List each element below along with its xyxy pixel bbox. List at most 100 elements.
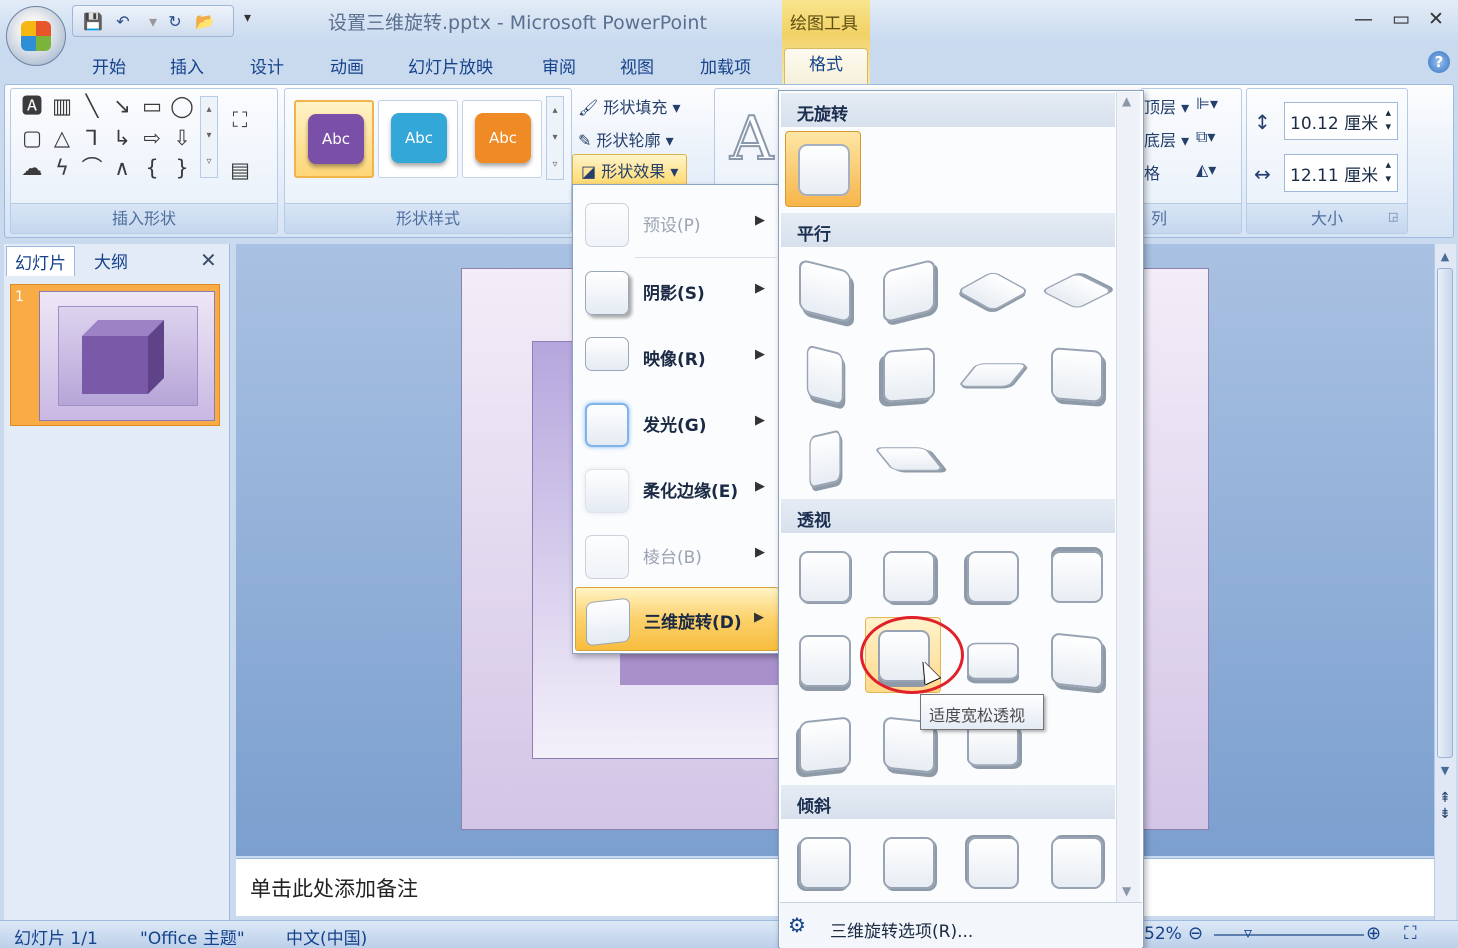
help-icon[interactable]: ? [1428, 51, 1450, 73]
parallel-tile[interactable] [955, 253, 1031, 329]
tab-home[interactable]: 开始 [92, 53, 126, 78]
oblique-tile[interactable] [955, 825, 1031, 901]
menu-item-glow[interactable]: 发光(G) ▶ [575, 391, 779, 455]
zoom-slider[interactable] [1214, 934, 1364, 936]
3d-rotation-options-item[interactable]: ⚙ 三维旋转选项(R)... [780, 902, 1142, 948]
undo-icon[interactable]: ↶ [113, 12, 133, 32]
size-dialog-launcher-icon[interactable]: ◲ [1388, 210, 1398, 223]
parallel-tile[interactable] [871, 253, 947, 329]
tab-view[interactable]: 视图 [620, 53, 654, 78]
oval-shape-icon[interactable]: ◯ [168, 94, 196, 118]
oblique-tile[interactable] [787, 825, 863, 901]
tab-format[interactable]: 格式 [784, 48, 868, 86]
perspective-tile[interactable] [787, 539, 863, 615]
width-spinner-icon[interactable]: ▴ ▾ [1385, 158, 1391, 186]
menu-item-reflection[interactable]: 映像(R) ▶ [575, 325, 779, 389]
tab-slides[interactable]: 幻灯片 [6, 246, 75, 276]
maximize-icon[interactable]: ▭ [1392, 8, 1410, 30]
zoom-level[interactable]: 52% [1144, 924, 1182, 944]
arrow-line-shape-icon[interactable]: ↘ [108, 94, 136, 118]
close-panel-icon[interactable]: ✕ [200, 248, 217, 272]
zoom-in-icon[interactable]: ⊕ [1366, 923, 1381, 944]
rounded-rect-shape-icon[interactable]: ▢ [18, 126, 46, 150]
perspective-tile[interactable] [787, 707, 863, 783]
close-icon[interactable]: ✕ [1428, 8, 1444, 30]
fit-window-icon[interactable]: ⛶ [1404, 923, 1417, 944]
perspective-tile[interactable] [787, 623, 863, 699]
down-arrow-shape-icon[interactable]: ⇩ [168, 126, 196, 150]
gallery-scroll-up-icon[interactable]: ▲ [1122, 94, 1131, 108]
align-icon[interactable]: ⊫▾ [1196, 94, 1218, 113]
right-brace-icon[interactable]: } [168, 156, 196, 180]
styles-gallery-scroll[interactable]: ▴ ▾ ▿ [546, 96, 564, 180]
slide-thumbnail[interactable]: 1 [10, 284, 220, 426]
perspective-tile[interactable] [1039, 623, 1115, 699]
parallel-tile[interactable] [1039, 253, 1115, 329]
elbow-connector-icon[interactable]: ⅂ [78, 126, 106, 150]
scroll-up-icon[interactable]: ▲ [1437, 250, 1453, 264]
scroll-down-icon[interactable]: ▼ [1437, 764, 1453, 777]
undo-dropdown-icon[interactable]: ▾ [143, 12, 163, 32]
parallel-tile[interactable] [1039, 337, 1115, 413]
zoom-out-icon[interactable]: ⊖ [1188, 923, 1203, 944]
right-arrow-shape-icon[interactable]: ⇨ [138, 126, 166, 150]
arc-shape-icon[interactable]: ⌒ [78, 156, 106, 180]
left-brace-icon[interactable]: { [138, 156, 166, 180]
zoom-thumb-icon[interactable]: ▿ [1244, 923, 1252, 942]
draw-textbox-icon[interactable]: ▤ [226, 158, 254, 182]
tab-animation[interactable]: 动画 [330, 53, 364, 78]
wordart-style[interactable]: A [729, 103, 774, 175]
save-icon[interactable]: 💾 [83, 12, 103, 32]
language[interactable]: 中文(中国) [286, 924, 367, 948]
shapes-gallery-scroll[interactable]: ▴ ▾ ▿ [200, 96, 218, 178]
gallery-scrollbar[interactable]: ▲ ▼ [1116, 92, 1140, 902]
parallel-tile[interactable] [871, 421, 947, 497]
bring-to-front-button[interactable]: 顶层 ▾ [1144, 94, 1189, 118]
open-folder-icon[interactable]: 📂 [195, 12, 215, 32]
tab-review[interactable]: 审阅 [542, 53, 576, 78]
gallery-scroll-down-icon[interactable]: ▼ [1122, 884, 1131, 898]
vertical-scrollbar[interactable]: ▲ ▼ ⇞ ⇟ [1434, 244, 1456, 920]
oblique-tile[interactable] [871, 825, 947, 901]
edit-shape-icon[interactable]: ⛶ [226, 108, 254, 132]
height-input[interactable]: 10.12 厘米 ▴ ▾ [1284, 102, 1398, 140]
send-to-back-button[interactable]: 底层 ▾ [1144, 127, 1189, 151]
parallel-tile[interactable] [787, 337, 863, 413]
customize-qat-icon[interactable]: ▾ [244, 10, 251, 26]
prev-next-slide-icon[interactable]: ⇞ ⇟ [1437, 790, 1453, 822]
tab-insert[interactable]: 插入 [170, 53, 204, 78]
tab-design[interactable]: 设计 [250, 53, 284, 78]
perspective-tile[interactable] [1039, 539, 1115, 615]
freeform-shape-icon[interactable]: ☁ [18, 156, 46, 180]
scribble-shape-icon[interactable]: ϟ [48, 156, 76, 180]
menu-item-shadow[interactable]: 阴影(S) ▶ [575, 259, 779, 323]
redo-icon[interactable]: ↻ [165, 12, 185, 32]
theme-name[interactable]: "Office 主题" [140, 924, 245, 948]
triangle-shape-icon[interactable]: △ [48, 126, 76, 150]
office-button[interactable] [6, 6, 66, 66]
minimize-icon[interactable]: — [1354, 8, 1373, 30]
menu-item-preset[interactable]: 预设(P) ▶ [575, 191, 779, 255]
vertical-textbox-shape-icon[interactable]: ▥ [48, 94, 76, 118]
shape-style-purple[interactable]: Abc [294, 100, 374, 178]
scroll-thumb[interactable] [1437, 268, 1453, 758]
shape-fill-button[interactable]: 🖌 形状填充 ▾ [578, 94, 681, 118]
selection-pane-button[interactable]: 格 [1144, 160, 1160, 184]
rotate-icon[interactable]: ◭▾ [1196, 160, 1216, 179]
line-shape-icon[interactable]: ╲ [78, 94, 106, 118]
parallel-tile[interactable] [955, 337, 1031, 413]
perspective-tile[interactable] [871, 539, 947, 615]
oblique-tile[interactable] [1039, 825, 1115, 901]
tab-addins[interactable]: 加载项 [700, 53, 751, 78]
parallel-tile[interactable] [871, 337, 947, 413]
parallel-tile[interactable] [787, 253, 863, 329]
shape-outline-button[interactable]: ✎ 形状轮廓 ▾ [578, 127, 674, 151]
menu-item-soft-edges[interactable]: 柔化边缘(E) ▶ [575, 457, 779, 521]
perspective-tile[interactable] [955, 539, 1031, 615]
curve-shape-icon[interactable]: ∧ [108, 156, 136, 180]
shape-effects-button[interactable]: ◪ 形状效果 ▾ [572, 154, 688, 186]
group-icon[interactable]: ⧉▾ [1196, 127, 1215, 147]
textbox-shape-icon[interactable]: 🅰 [18, 94, 46, 118]
height-spinner-icon[interactable]: ▴ ▾ [1385, 106, 1391, 134]
parallel-tile[interactable] [787, 421, 863, 497]
